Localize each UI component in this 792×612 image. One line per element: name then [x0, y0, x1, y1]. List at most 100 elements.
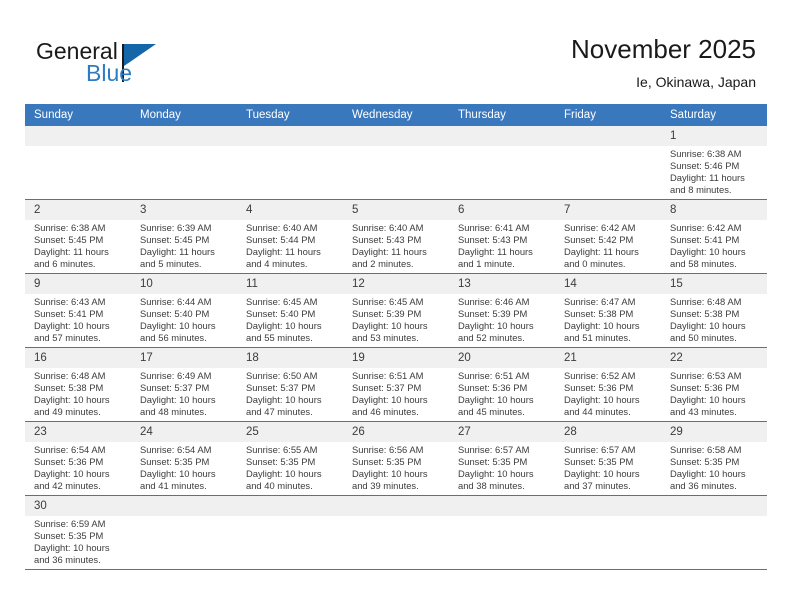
calendar-day-cell[interactable]: 3 Sunrise: 6:39 AM Sunset: 5:45 PM Daylight… — [131, 199, 237, 274]
sunrise-text: Sunrise: 6:57 AM — [564, 444, 636, 455]
day-details: Sunrise: 6:41 AM Sunset: 5:43 PM Daylight:… — [449, 220, 555, 270]
calendar-day-cell[interactable]: 2 Sunrise: 6:38 AM Sunset: 5:45 PM Daylight… — [25, 199, 131, 274]
sunset-text: Sunset: 5:39 PM — [458, 308, 528, 320]
day-number: 12 — [343, 274, 449, 294]
calendar-cell-inner — [343, 496, 449, 569]
calendar-day-cell[interactable]: 24 Sunrise: 6:54 AM Sunset: 5:35 PM Dayligh… — [131, 421, 237, 496]
day-details: Sunrise: 6:38 AM Sunset: 5:45 PM Daylight:… — [25, 220, 131, 270]
weekday-header-cell: Friday — [555, 104, 661, 126]
day-number: 15 — [661, 274, 767, 294]
calendar-cell-inner: 23 Sunrise: 6:54 AM Sunset: 5:36 PM Dayligh… — [25, 422, 131, 495]
calendar-day-cell[interactable]: 18 Sunrise: 6:50 AM Sunset: 5:37 PM Dayligh… — [237, 347, 343, 422]
calendar-day-cell[interactable]: 26 Sunrise: 6:56 AM Sunset: 5:35 PM Dayligh… — [343, 421, 449, 496]
daylight-text: Daylight: 11 hours and 4 minutes. — [246, 246, 321, 270]
calendar-day-cell[interactable]: 9 Sunrise: 6:43 AM Sunset: 5:41 PM Daylight… — [25, 273, 131, 348]
day-number — [131, 496, 237, 516]
calendar-day-cell[interactable]: 1 Sunrise: 6:38 AM Sunset: 5:46 PM Daylight… — [661, 126, 767, 200]
calendar-cell-inner: 5 Sunrise: 6:40 AM Sunset: 5:43 PM Daylight… — [343, 200, 449, 273]
sunset-text: Sunset: 5:35 PM — [246, 456, 316, 468]
sunset-text: Sunset: 5:44 PM — [246, 234, 316, 246]
calendar-week-row: 16 Sunrise: 6:48 AM Sunset: 5:38 PM Dayligh… — [25, 347, 767, 422]
calendar-day-cell[interactable]: 14 Sunrise: 6:47 AM Sunset: 5:38 PM Dayligh… — [555, 273, 661, 348]
sunrise-text: Sunrise: 6:47 AM — [564, 296, 636, 307]
calendar-week-row: 1 Sunrise: 6:38 AM Sunset: 5:46 PM Daylight… — [25, 126, 767, 200]
calendar-day-cell[interactable]: 25 Sunrise: 6:55 AM Sunset: 5:35 PM Dayligh… — [237, 421, 343, 496]
day-number: 9 — [25, 274, 131, 294]
calendar-day-cell[interactable]: 7 Sunrise: 6:42 AM Sunset: 5:42 PM Daylight… — [555, 199, 661, 274]
day-details: Sunrise: 6:56 AM Sunset: 5:35 PM Daylight:… — [343, 442, 449, 492]
calendar-day-cell[interactable]: 19 Sunrise: 6:51 AM Sunset: 5:37 PM Dayligh… — [343, 347, 449, 422]
calendar-day-cell[interactable]: 8 Sunrise: 6:42 AM Sunset: 5:41 PM Daylight… — [661, 199, 767, 274]
calendar-day-cell[interactable]: 6 Sunrise: 6:41 AM Sunset: 5:43 PM Daylight… — [449, 199, 555, 274]
day-details: Sunrise: 6:48 AM Sunset: 5:38 PM Daylight:… — [661, 294, 767, 344]
sunset-text: Sunset: 5:35 PM — [352, 456, 422, 468]
daylight-text: Daylight: 10 hours and 53 minutes. — [352, 320, 428, 344]
day-details: Sunrise: 6:50 AM Sunset: 5:37 PM Daylight:… — [237, 368, 343, 418]
weekday-header: Sunday Monday Tuesday Wednesday Thursday Frid… — [25, 104, 767, 126]
sunset-text: Sunset: 5:35 PM — [458, 456, 528, 468]
sunset-text: Sunset: 5:41 PM — [670, 234, 740, 246]
calendar-cell-inner — [237, 496, 343, 569]
calendar-cell-empty — [131, 495, 237, 570]
general-blue-logo[interactable]: General Blue — [36, 38, 236, 90]
calendar-cell-empty — [555, 495, 661, 570]
calendar-day-cell[interactable]: 30 Sunrise: 6:59 AM Sunset: 5:35 PM Dayligh… — [25, 495, 131, 570]
calendar-cell-empty — [555, 126, 661, 200]
calendar-cell-inner: 7 Sunrise: 6:42 AM Sunset: 5:42 PM Daylight… — [555, 200, 661, 273]
calendar-day-cell[interactable]: 5 Sunrise: 6:40 AM Sunset: 5:43 PM Daylight… — [343, 199, 449, 274]
weekday-header-cell: Sunday — [25, 104, 131, 126]
calendar-cell-inner: 29 Sunrise: 6:58 AM Sunset: 5:35 PM Dayligh… — [661, 422, 767, 495]
day-number: 7 — [555, 200, 661, 220]
sunrise-text: Sunrise: 6:55 AM — [246, 444, 318, 455]
sunrise-text: Sunrise: 6:40 AM — [352, 222, 424, 233]
calendar-cell-inner: 12 Sunrise: 6:45 AM Sunset: 5:39 PM Dayligh… — [343, 274, 449, 347]
day-details: Sunrise: 6:59 AM Sunset: 5:35 PM Daylight:… — [25, 516, 131, 566]
sunrise-text: Sunrise: 6:48 AM — [34, 370, 106, 381]
calendar-body: 1 Sunrise: 6:38 AM Sunset: 5:46 PM Daylight… — [25, 126, 767, 570]
sunrise-text: Sunrise: 6:52 AM — [564, 370, 636, 381]
daylight-text: Daylight: 11 hours and 5 minutes. — [140, 246, 215, 270]
sunset-text: Sunset: 5:38 PM — [670, 308, 740, 320]
sunset-text: Sunset: 5:36 PM — [34, 456, 104, 468]
daylight-text: Daylight: 10 hours and 46 minutes. — [352, 394, 428, 418]
calendar-cell-inner: 16 Sunrise: 6:48 AM Sunset: 5:38 PM Dayligh… — [25, 348, 131, 421]
daylight-text: Daylight: 10 hours and 36 minutes. — [34, 542, 110, 566]
calendar-cell-inner — [555, 496, 661, 569]
calendar-day-cell[interactable]: 28 Sunrise: 6:57 AM Sunset: 5:35 PM Dayligh… — [555, 421, 661, 496]
daylight-text: Daylight: 11 hours and 8 minutes. — [670, 172, 745, 196]
calendar-day-cell[interactable]: 17 Sunrise: 6:49 AM Sunset: 5:37 PM Dayligh… — [131, 347, 237, 422]
calendar-day-cell[interactable]: 21 Sunrise: 6:52 AM Sunset: 5:36 PM Dayligh… — [555, 347, 661, 422]
sunrise-text: Sunrise: 6:40 AM — [246, 222, 318, 233]
daylight-text: Daylight: 10 hours and 58 minutes. — [670, 246, 746, 270]
day-number: 25 — [237, 422, 343, 442]
daylight-text: Daylight: 10 hours and 48 minutes. — [140, 394, 216, 418]
calendar-cell-empty — [237, 495, 343, 570]
day-number — [343, 496, 449, 516]
day-details: Sunrise: 6:54 AM Sunset: 5:35 PM Daylight:… — [131, 442, 237, 492]
calendar-cell-empty — [343, 495, 449, 570]
day-number: 17 — [131, 348, 237, 368]
daylight-text: Daylight: 10 hours and 45 minutes. — [458, 394, 534, 418]
calendar-day-cell[interactable]: 16 Sunrise: 6:48 AM Sunset: 5:38 PM Dayligh… — [25, 347, 131, 422]
calendar-day-cell[interactable]: 23 Sunrise: 6:54 AM Sunset: 5:36 PM Dayligh… — [25, 421, 131, 496]
calendar-day-cell[interactable]: 22 Sunrise: 6:53 AM Sunset: 5:36 PM Dayligh… — [661, 347, 767, 422]
calendar-day-cell[interactable]: 13 Sunrise: 6:46 AM Sunset: 5:39 PM Dayligh… — [449, 273, 555, 348]
calendar-cell-inner — [131, 496, 237, 569]
calendar-day-cell[interactable]: 27 Sunrise: 6:57 AM Sunset: 5:35 PM Dayligh… — [449, 421, 555, 496]
calendar-day-cell[interactable]: 11 Sunrise: 6:45 AM Sunset: 5:40 PM Dayligh… — [237, 273, 343, 348]
calendar-day-cell[interactable]: 12 Sunrise: 6:45 AM Sunset: 5:39 PM Dayligh… — [343, 273, 449, 348]
sunrise-text: Sunrise: 6:50 AM — [246, 370, 318, 381]
calendar-week-row: 30 Sunrise: 6:59 AM Sunset: 5:35 PM Dayligh… — [25, 495, 767, 570]
calendar-day-cell[interactable]: 4 Sunrise: 6:40 AM Sunset: 5:44 PM Daylight… — [237, 199, 343, 274]
calendar-day-cell[interactable]: 20 Sunrise: 6:51 AM Sunset: 5:36 PM Dayligh… — [449, 347, 555, 422]
calendar-day-cell[interactable]: 29 Sunrise: 6:58 AM Sunset: 5:35 PM Dayligh… — [661, 421, 767, 496]
day-number — [343, 126, 449, 146]
sunset-text: Sunset: 5:43 PM — [352, 234, 422, 246]
sunrise-text: Sunrise: 6:49 AM — [140, 370, 212, 381]
day-number: 28 — [555, 422, 661, 442]
daylight-text: Daylight: 10 hours and 51 minutes. — [564, 320, 640, 344]
daylight-text: Daylight: 11 hours and 0 minutes. — [564, 246, 639, 270]
calendar-day-cell[interactable]: 15 Sunrise: 6:48 AM Sunset: 5:38 PM Dayligh… — [661, 273, 767, 348]
calendar-cell-inner — [237, 126, 343, 199]
calendar-day-cell[interactable]: 10 Sunrise: 6:44 AM Sunset: 5:40 PM Dayligh… — [131, 273, 237, 348]
